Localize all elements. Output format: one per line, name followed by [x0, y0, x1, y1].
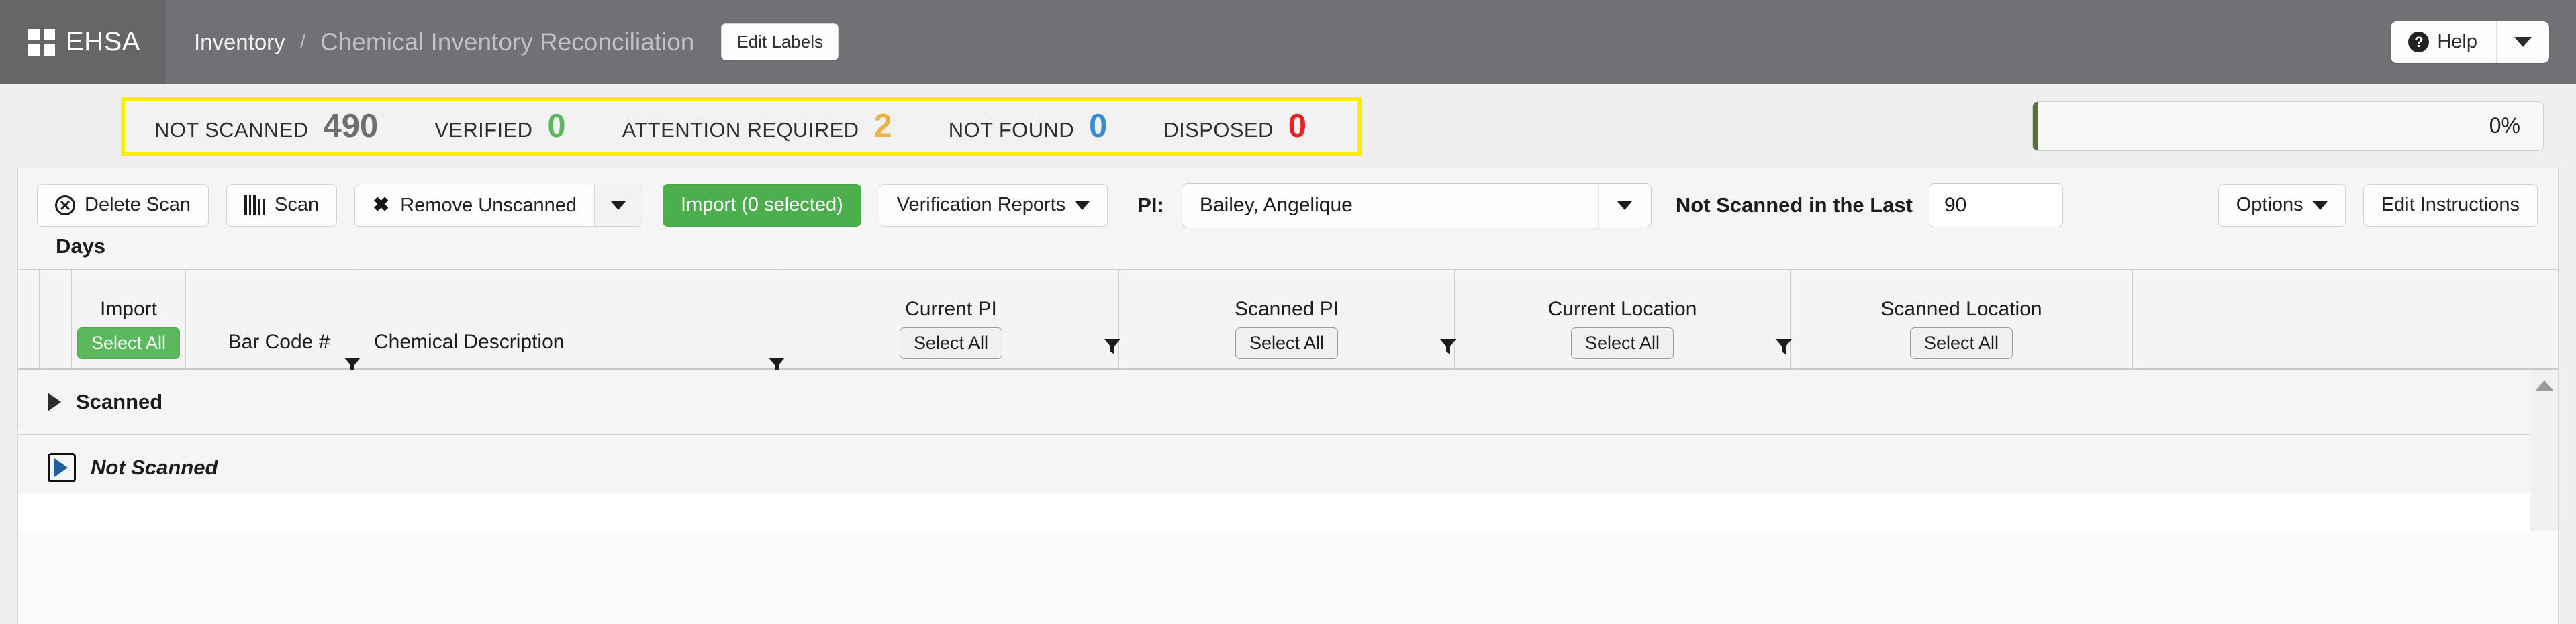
grid-vertical-scrollbar[interactable]: [2530, 370, 2558, 531]
stat-label: ATTENTION REQUIRED: [622, 118, 859, 142]
grid-column-barcode: Bar Code #: [186, 270, 359, 368]
grid-column-chemical-description: Chemical Description: [359, 270, 783, 368]
group-label: Not Scanned: [91, 456, 218, 480]
summary-strip: NOT SCANNED 490 VERIFIED 0 ATTENTION REQ…: [0, 84, 2576, 168]
column-header-label: Scanned PI: [1235, 298, 1339, 321]
edit-labels-button[interactable]: Edit Labels: [721, 23, 839, 60]
stat-attention-required: ATTENTION REQUIRED 2: [594, 107, 920, 145]
delete-scan-button[interactable]: Delete Scan: [37, 184, 209, 226]
pi-dropdown-toggle[interactable]: [1598, 184, 1651, 227]
brand-logo[interactable]: EHSA: [0, 0, 166, 84]
caret-down-icon: [611, 201, 626, 210]
days-label: Days: [37, 227, 2538, 269]
stat-value: 0: [547, 107, 565, 145]
delete-scan-label: Delete Scan: [85, 194, 191, 216]
help-button[interactable]: ? Help: [2391, 21, 2497, 63]
progress-percent-label: 0%: [2489, 113, 2520, 138]
stat-not-scanned: NOT SCANNED 490: [148, 107, 406, 145]
triangle-up-icon[interactable]: [2535, 380, 2554, 391]
not-scanned-last-input[interactable]: [1929, 183, 2063, 227]
triangle-right-icon: [54, 458, 68, 477]
scan-label: Scan: [275, 194, 319, 216]
circle-x-icon: [55, 195, 75, 215]
stat-value: 0: [1089, 107, 1107, 145]
options-button[interactable]: Options: [2218, 184, 2346, 226]
edit-instructions-button[interactable]: Edit Instructions: [2363, 184, 2538, 226]
grid-column-spacer-1: [18, 270, 40, 368]
verification-reports-label: Verification Reports: [897, 194, 1065, 216]
top-navbar: EHSA Inventory / Chemical Inventory Reco…: [0, 0, 2576, 84]
scan-button[interactable]: Scan: [226, 184, 337, 226]
caret-down-icon: [1075, 201, 1090, 210]
current-location-select-all-button[interactable]: Select All: [1571, 327, 1674, 359]
column-header-label: Current Location: [1548, 298, 1697, 321]
caret-down-icon: [1617, 201, 1632, 210]
grid-icon: [28, 29, 55, 56]
remove-unscanned-button[interactable]: ✖ Remove Unscanned: [355, 185, 594, 226]
progress-fill: [2033, 102, 2038, 150]
stat-value: 2: [873, 107, 892, 145]
stat-disposed: DISPOSED 0: [1135, 107, 1335, 145]
help-label: Help: [2437, 31, 2477, 53]
barcode-icon: [244, 195, 265, 215]
group-row-not-scanned[interactable]: Not Scanned: [18, 435, 2558, 501]
breadcrumb-separator: /: [300, 31, 305, 54]
current-pi-select-all-button[interactable]: Select All: [900, 327, 1002, 359]
scanned-pi-select-all-button[interactable]: Select All: [1235, 327, 1338, 359]
brand-name: EHSA: [66, 27, 140, 57]
grid-column-import: Import Select All: [72, 270, 186, 368]
import-select-all-button[interactable]: Select All: [77, 327, 180, 359]
pi-select[interactable]: Bailey, Angelique: [1182, 183, 1652, 227]
toolbar-right-group: Options Edit Instructions: [2218, 184, 2538, 226]
scanned-location-select-all-button[interactable]: Select All: [1910, 327, 2013, 359]
column-header-label: Chemical Description: [374, 331, 564, 354]
grid-body: Scanned Not Scanned: [18, 370, 2558, 531]
stat-verified: VERIFIED 0: [406, 107, 593, 145]
pi-label: PI:: [1137, 193, 1164, 217]
triangle-right-icon[interactable]: [48, 393, 61, 411]
stat-label: NOT FOUND: [949, 118, 1074, 142]
grid-header-row: Import Select All Bar Code # Chemical De…: [18, 269, 2558, 370]
stat-label: DISPOSED: [1163, 118, 1273, 142]
not-scanned-last-label: Not Scanned in the Last: [1676, 193, 1913, 217]
grid-column-current-pi: Current PI Select All: [783, 270, 1119, 368]
help-button-group: ? Help: [2391, 21, 2549, 63]
pi-selected-value: Bailey, Angelique: [1200, 194, 1353, 217]
grid-column-scanned-pi: Scanned PI Select All: [1119, 270, 1455, 368]
reconciliation-progress-bar: 0%: [2032, 101, 2544, 151]
reconciliation-panel: Delete Scan Scan ✖ Remove Unscanned Impo…: [17, 168, 2559, 624]
breadcrumb: Inventory / Chemical Inventory Reconcili…: [194, 28, 694, 56]
options-label: Options: [2236, 194, 2303, 216]
column-header-label: Scanned Location: [1880, 298, 2042, 321]
stat-value: 0: [1288, 107, 1306, 145]
import-button[interactable]: Import (0 selected): [663, 184, 861, 226]
column-header-label: Import: [100, 298, 157, 321]
group-label: Scanned: [76, 390, 162, 414]
grid-column-scanned-location: Scanned Location Select All: [1791, 270, 2133, 368]
column-header-label: Current PI: [905, 298, 997, 321]
stat-label: VERIFIED: [434, 118, 532, 142]
stat-not-found: NOT FOUND 0: [920, 107, 1136, 145]
caret-down-icon: [2313, 201, 2328, 210]
x-mark-icon: ✖: [373, 195, 389, 215]
column-header-label: Bar Code #: [228, 331, 330, 354]
grid-column-spacer-2: [40, 270, 72, 368]
remove-unscanned-dropdown-toggle[interactable]: [594, 185, 642, 226]
remove-unscanned-label: Remove Unscanned: [400, 195, 577, 217]
grid-column-current-location: Current Location Select All: [1455, 270, 1791, 368]
grid-empty-area: [18, 493, 2530, 531]
page-title: Chemical Inventory Reconciliation: [320, 28, 694, 56]
verification-reports-button[interactable]: Verification Reports: [879, 184, 1108, 226]
group-row-scanned[interactable]: Scanned: [18, 370, 2558, 435]
chevron-down-icon: [2514, 37, 2532, 47]
help-dropdown-toggle[interactable]: [2497, 21, 2549, 63]
question-circle-icon: ?: [2408, 32, 2429, 52]
grid-toolbar: Delete Scan Scan ✖ Remove Unscanned Impo…: [18, 168, 2558, 269]
stat-label: NOT SCANNED: [154, 118, 308, 142]
expand-toggle-not-scanned[interactable]: [48, 453, 76, 482]
stat-value: 490: [323, 107, 378, 145]
status-summary-box: NOT SCANNED 490 VERIFIED 0 ATTENTION REQ…: [121, 97, 1362, 156]
remove-unscanned-split-button: ✖ Remove Unscanned: [354, 185, 642, 227]
breadcrumb-link-inventory[interactable]: Inventory: [194, 30, 285, 55]
